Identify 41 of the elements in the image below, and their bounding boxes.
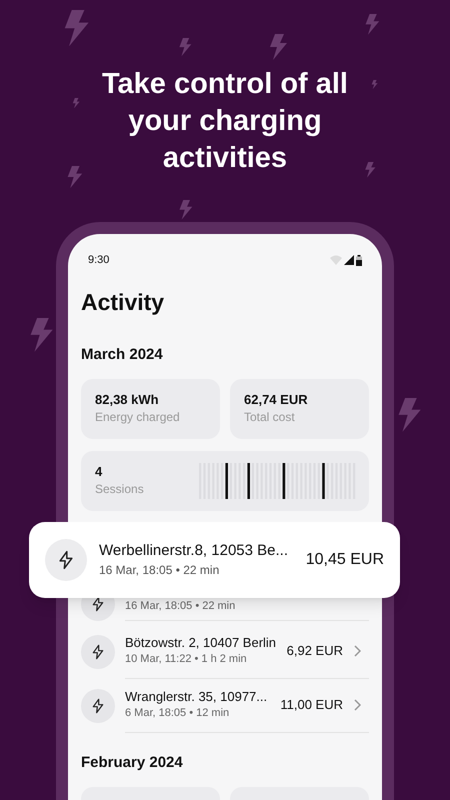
stat-label: Total cost: [244, 408, 296, 426]
bolt-icon: [396, 398, 422, 432]
charge-time: 16 Mar, 18:05 • 22 min: [125, 598, 236, 614]
bolt-icon: [364, 162, 376, 178]
charge-price: 10,45 EUR: [306, 550, 384, 570]
charge-time: 6 Mar, 18:05 • 12 min: [125, 706, 230, 721]
sessions-label: Sessions: [95, 480, 144, 498]
bolt-icon: [268, 34, 288, 60]
charge-address: Bötzowstr. 2, 10407 Berlin: [125, 635, 278, 651]
lightning-icon: [90, 698, 106, 714]
charge-popup[interactable]: Werbellinerstr.8, 12053 Be... 16 Mar, 18:05 • 22 min 10,45 EUR: [29, 522, 400, 598]
charge-price: 6,92 EUR: [286, 642, 343, 660]
battery-icon: [356, 254, 362, 266]
status-time: 9:30: [88, 253, 110, 268]
charge-time: 10 Mar, 11:22 • 1 h 2 min: [125, 652, 248, 667]
signal-icon: [344, 255, 354, 266]
bolt-icon: [178, 200, 193, 220]
bolt-icon: [66, 166, 83, 188]
charge-price: 11,00 EUR: [280, 696, 343, 714]
chevron-right-icon: [353, 645, 361, 657]
headline: Take control of all your charging activities: [100, 67, 349, 176]
screen-title: Activity: [81, 288, 166, 316]
chevron-right-icon: [353, 699, 361, 711]
lightning-icon: [90, 644, 106, 660]
stat-value: 62,74 EUR: [244, 392, 309, 408]
wifi-icon: [330, 255, 342, 266]
month-heading: March 2024: [81, 344, 164, 364]
charge-address: Wranglerstr. 35, 10977...: [125, 689, 268, 705]
stat-label: Energy charged: [95, 408, 181, 426]
charge-address: Werbellinerstr.8, 12053 Be...: [99, 541, 289, 561]
charge-time: 16 Mar, 18:05 • 22 min: [99, 562, 220, 579]
month-heading: February 2024: [81, 752, 184, 772]
bolt-icon: [28, 318, 54, 352]
bolt-icon: [178, 38, 192, 56]
bolt-icon: [62, 10, 90, 46]
bolt-icon: [371, 80, 378, 90]
lightning-icon: [90, 596, 106, 612]
stat-value: 82,38 kWh: [95, 392, 160, 408]
bolt-icon: [72, 98, 80, 108]
bolt-icon: [364, 14, 380, 35]
sessions-count: 4: [95, 464, 104, 480]
